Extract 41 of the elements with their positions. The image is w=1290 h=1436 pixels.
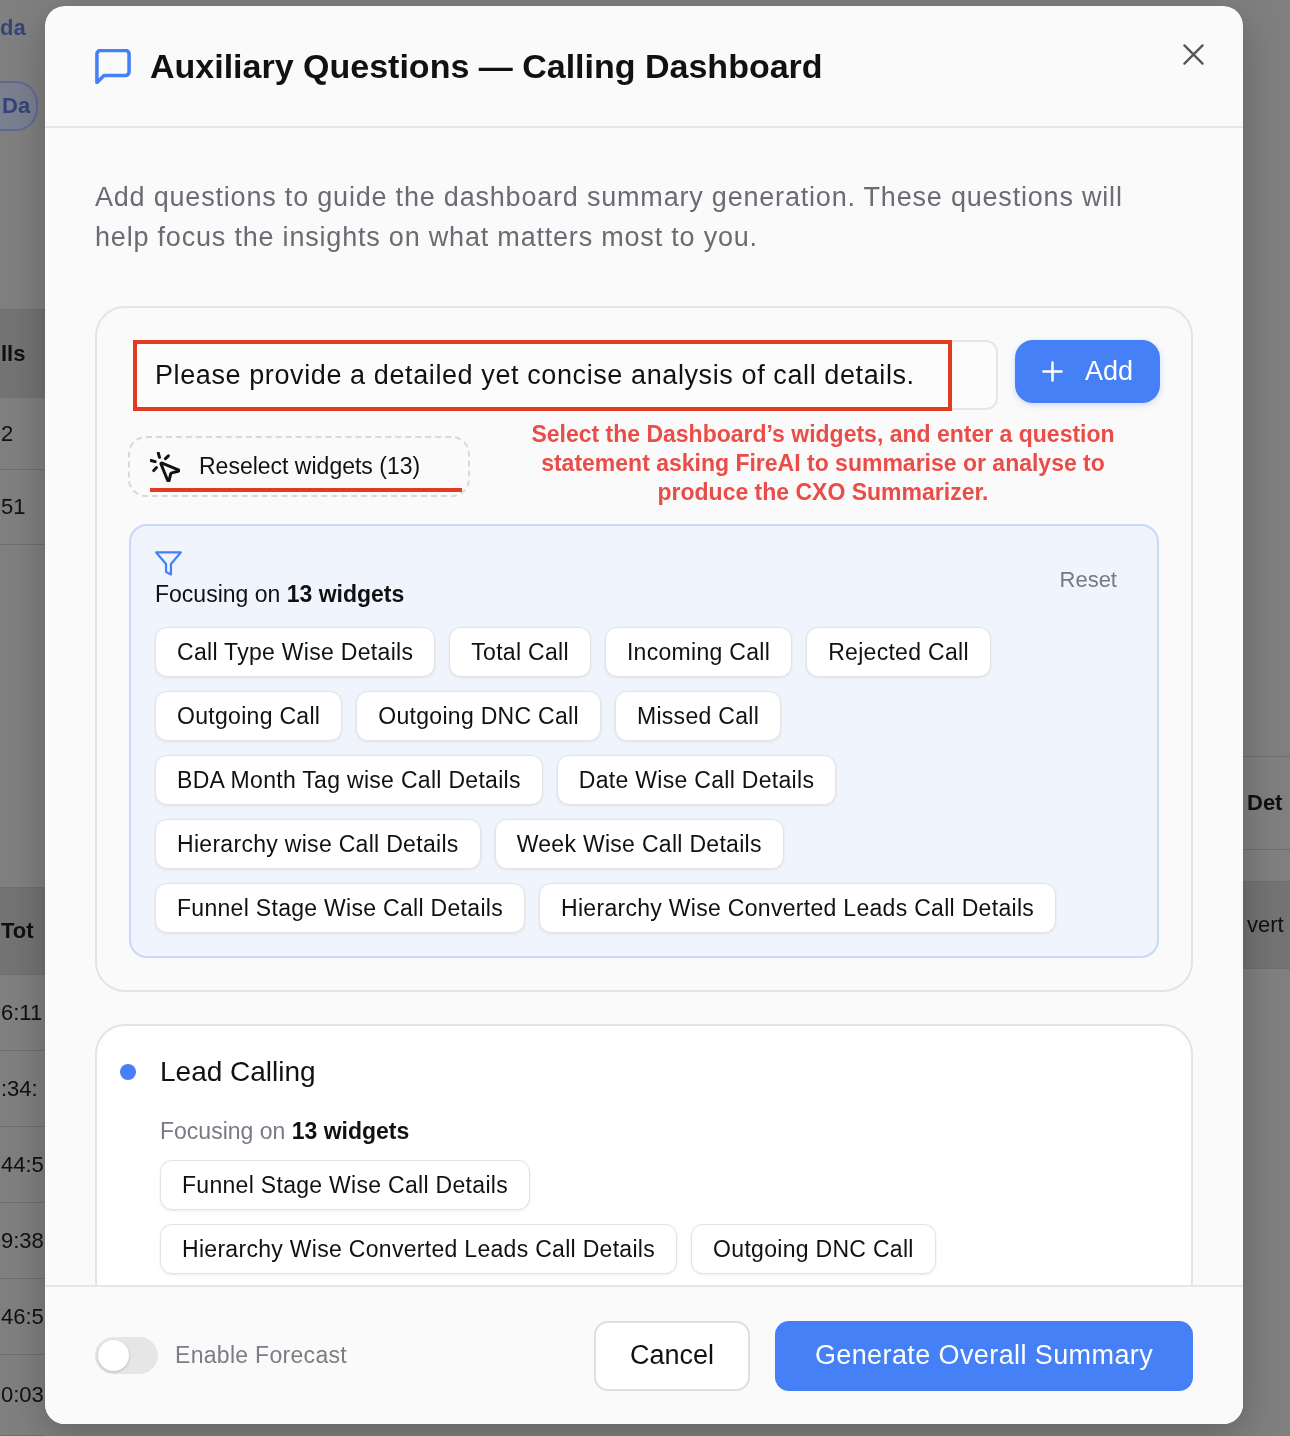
chat-bubble-icon <box>95 48 131 84</box>
add-button[interactable]: Add <box>1015 340 1160 403</box>
widget-chip: Incoming Call <box>604 627 793 677</box>
forecast-toggle[interactable] <box>95 1337 158 1374</box>
annotation-note: Select the Dashboard’s widgets, and enter a question statement asking FireAI to summarise or analyse to produce the CXO Summarizer. <box>530 420 1116 507</box>
focus-summary: Focusing on 13 widgets <box>155 580 405 608</box>
widget-chip: Funnel Stage Wise Call Details <box>155 883 526 933</box>
dialog-title: Auxiliary Questions — Calling Dashboard <box>150 46 824 86</box>
background-table-header: Tot <box>0 888 45 975</box>
reset-button[interactable]: Reset <box>1059 566 1117 593</box>
widget-chip: Date Wise Call Details <box>556 755 837 805</box>
plus-icon <box>1041 361 1063 382</box>
widget-chip: Hierarchy Wise Converted Leads Call Details <box>539 883 1057 933</box>
widget-chip: Hierarchy wise Call Details <box>155 819 481 869</box>
cancel-button[interactable]: Cancel <box>594 1320 750 1391</box>
background-tab-button[interactable]: Da <box>0 80 39 131</box>
generate-summary-button[interactable]: Generate Overall Summary <box>775 1320 1193 1391</box>
widget-chip: BDA Month Tag wise Call Details <box>155 755 543 805</box>
focus-summary: Focusing on 13 widgets <box>160 1117 410 1146</box>
filter-icon <box>155 551 182 576</box>
widget-chip: Week Wise Call Details <box>494 819 784 869</box>
background-link[interactable]: da <box>0 14 26 41</box>
background-table-header: vert <box>1243 882 1290 969</box>
close-icon <box>1183 44 1204 65</box>
widget-chip: Rejected Call <box>806 627 991 677</box>
widget-chip: Outgoing DNC Call <box>356 691 601 741</box>
close-button[interactable] <box>1183 44 1204 65</box>
dot-icon <box>120 1064 136 1080</box>
description-text: Add questions to guide the dashboard summary generation. These questions will help focus the insights on what matters most to you. <box>95 181 1124 254</box>
toggle-label: Enable Forecast <box>175 1342 347 1369</box>
widget-chip: Funnel Stage Wise Call Details <box>160 1160 531 1210</box>
reselect-widgets-button[interactable]: Reselect widgets (13) <box>128 436 470 497</box>
widget-chip: Total Call <box>449 627 591 677</box>
widget-chip: Outgoing Call <box>155 691 343 741</box>
question-title: Lead Calling <box>160 1055 316 1089</box>
widget-chip: Missed Call <box>614 691 782 741</box>
widget-chip: Outgoing DNC Call <box>691 1224 936 1274</box>
cursor-click-icon <box>150 451 180 482</box>
background-table-header: lls <box>0 310 45 398</box>
widget-chip: Hierarchy Wise Converted Leads Call Details <box>160 1224 678 1274</box>
widget-chip: Call Type Wise Details <box>155 627 436 677</box>
